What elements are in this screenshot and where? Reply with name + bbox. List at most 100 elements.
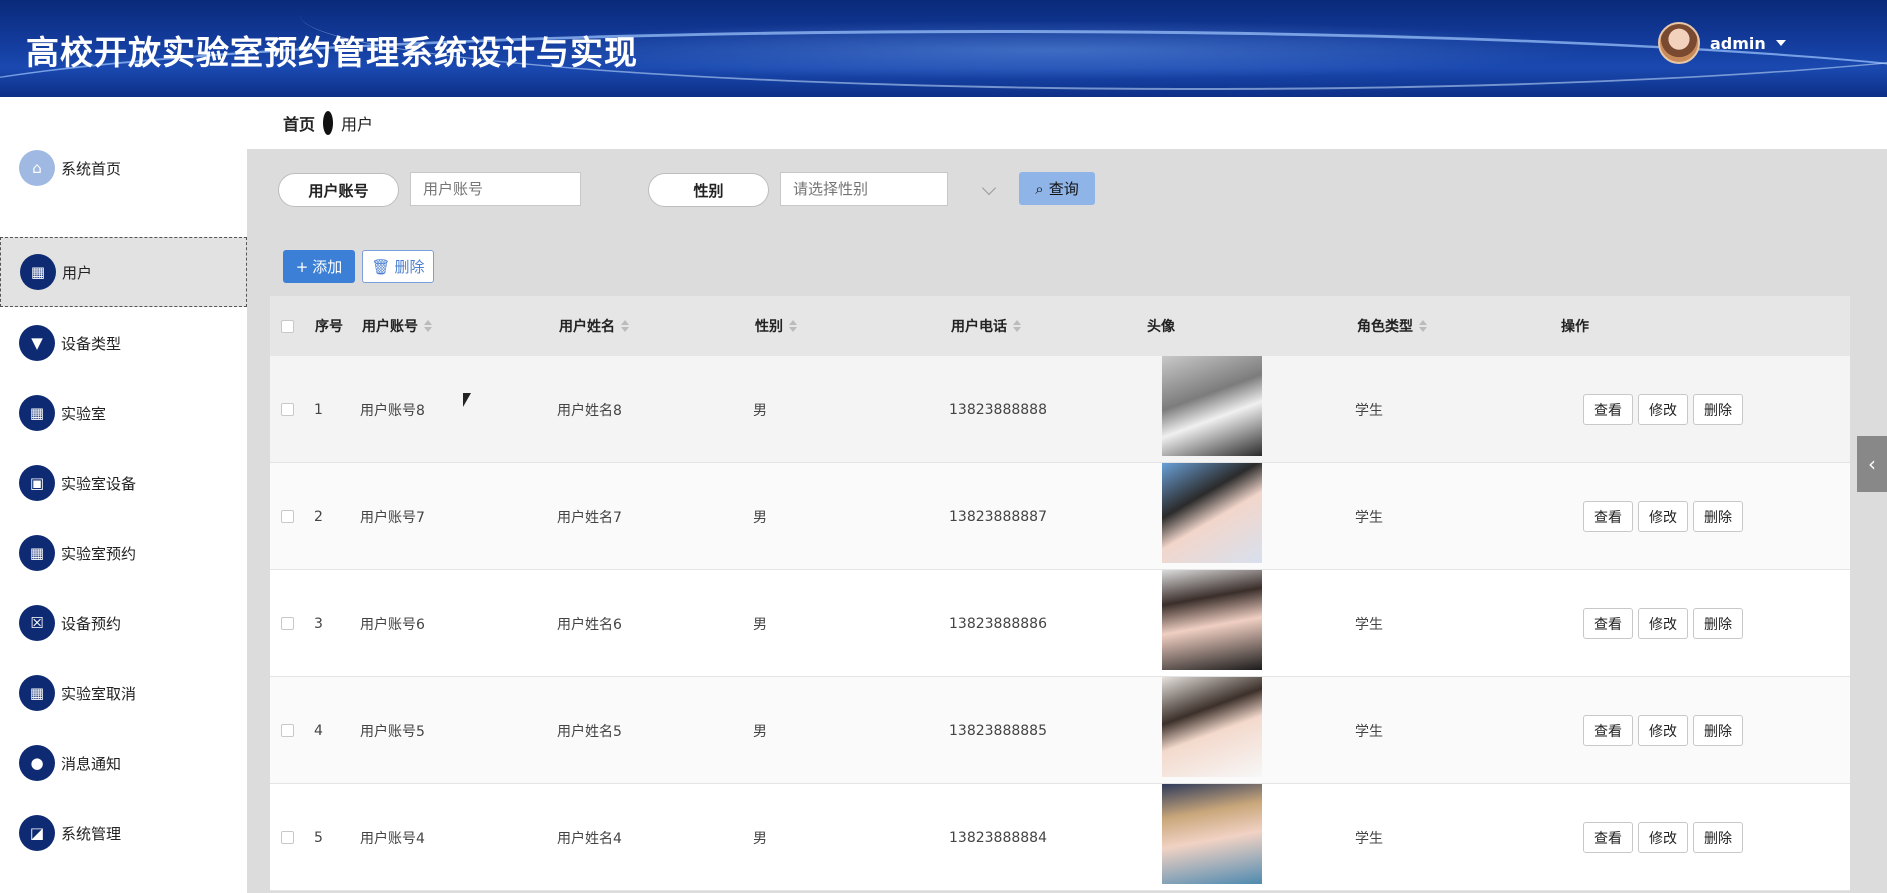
row-gender: 男 [753, 509, 767, 526]
row-name: 用户姓名6 [557, 616, 622, 633]
row-checkbox[interactable] [281, 831, 294, 844]
edit-button[interactable]: 修改 [1638, 715, 1688, 746]
sidebar-item-label: 消息通知 [61, 754, 122, 773]
row-gender: 男 [753, 830, 767, 847]
user-avatar-image [1162, 463, 1262, 563]
row-checkbox[interactable] [281, 403, 294, 416]
user-menu[interactable]: admin [1658, 22, 1786, 64]
row-checkbox[interactable] [281, 724, 294, 737]
table-row: 2 用户账号7 用户姓名7 男 13823888887 学生 查看 修改 删除 [270, 463, 1850, 570]
sidebar-item-lab-device[interactable]: ▣ 实验室设备 [0, 448, 247, 518]
breadcrumb-current: 用户 [341, 115, 374, 134]
top-header: 高校开放实验室预约管理系统设计与实现 admin [0, 0, 1887, 97]
row-role: 学生 [1355, 509, 1383, 526]
grid-icon: ▦ [20, 254, 56, 290]
table-row: 1 用户账号8 用户姓名8 男 13823888888 学生 查看 修改 删除 [270, 356, 1850, 463]
edit-button[interactable]: 修改 [1638, 608, 1688, 639]
row-account: 用户账号5 [360, 723, 425, 740]
sidebar-item-lab-booking[interactable]: ▦ 实验室预约 [0, 518, 247, 588]
user-avatar-image [1162, 570, 1262, 670]
sidebar-item-device-type[interactable]: ▼ 设备类型 [0, 308, 247, 378]
sidebar-item-lab[interactable]: ▦ 实验室 [0, 378, 247, 448]
tag-icon: ▼ [19, 325, 55, 361]
row-checkbox[interactable] [281, 510, 294, 523]
row-phone: 13823888887 [949, 508, 1047, 525]
chart-icon: ◪ [19, 815, 55, 851]
plus-icon: + [295, 257, 309, 276]
sidebar-item-device-booking[interactable]: ☒ 设备预约 [0, 588, 247, 658]
home-icon: ⌂ [19, 150, 55, 186]
row-role: 学生 [1355, 616, 1383, 633]
chevron-down-icon[interactable] [1775, 40, 1786, 46]
delete-button[interactable]: 删除 [1693, 608, 1743, 639]
column-header-avatar: 头像 [1147, 319, 1175, 335]
column-header-phone[interactable]: 用户电话 [951, 296, 1021, 356]
delete-button[interactable]: 删除 [1693, 715, 1743, 746]
edit-button[interactable]: 修改 [1638, 501, 1688, 532]
sidebar-item-notifications[interactable]: ● 消息通知 [0, 728, 247, 798]
mouse-cursor-icon [463, 393, 471, 407]
breadcrumb-home[interactable]: 首页 [283, 111, 315, 135]
sort-icon [1419, 320, 1427, 332]
grid-icon: ▦ [19, 535, 55, 571]
column-header-role[interactable]: 角色类型 [1357, 296, 1427, 356]
delete-button[interactable]: 删除 [1693, 394, 1743, 425]
table-row: 4 用户账号5 用户姓名5 男 13823888885 学生 查看 修改 删除 [270, 677, 1850, 784]
sidebar-item-lab-cancel[interactable]: ▦ 实验室取消 [0, 658, 247, 728]
row-phone: 13823888886 [949, 615, 1047, 632]
delete-button[interactable]: 删除 [1693, 501, 1743, 532]
user-avatar-image [1162, 356, 1262, 456]
edit-button[interactable]: 修改 [1638, 822, 1688, 853]
row-phone: 13823888888 [949, 401, 1047, 418]
edit-button[interactable]: 修改 [1638, 394, 1688, 425]
gender-select[interactable] [780, 172, 948, 206]
briefcase-icon: ▣ [19, 465, 55, 501]
collapse-panel-tab[interactable]: ‹ [1857, 436, 1887, 492]
view-button[interactable]: 查看 [1583, 715, 1633, 746]
search-icon: ⌕ [1035, 179, 1044, 198]
select-all-checkbox[interactable] [281, 320, 294, 333]
row-index: 4 [314, 722, 323, 739]
chevron-down-icon[interactable] [981, 180, 997, 196]
row-phone: 13823888885 [949, 722, 1047, 739]
view-button[interactable]: 查看 [1583, 501, 1633, 532]
column-header-account[interactable]: 用户账号 [362, 296, 432, 356]
username[interactable]: admin [1710, 34, 1766, 53]
column-header-gender[interactable]: 性别 [755, 296, 797, 356]
row-actions: 查看 修改 删除 [1583, 570, 1743, 677]
sidebar-item-users[interactable]: ▦ 用户 [0, 237, 247, 307]
breadcrumb-separator-icon [323, 111, 334, 135]
row-name: 用户姓名5 [557, 723, 622, 740]
row-account: 用户账号6 [360, 616, 425, 633]
view-button[interactable]: 查看 [1583, 822, 1633, 853]
delete-button[interactable]: 删除 [1693, 822, 1743, 853]
row-index: 5 [314, 829, 323, 846]
column-header-index: 序号 [315, 319, 343, 335]
row-index: 3 [314, 615, 323, 632]
sidebar-item-home[interactable]: ⌂ 系统首页 [0, 133, 247, 203]
view-button[interactable]: 查看 [1583, 394, 1633, 425]
sort-icon [1013, 320, 1021, 332]
row-index: 1 [314, 401, 323, 418]
row-name: 用户姓名7 [557, 509, 622, 526]
sidebar-item-label: 实验室 [61, 404, 107, 423]
query-button[interactable]: ⌕ 查询 [1019, 172, 1095, 205]
avatar[interactable] [1658, 22, 1700, 64]
table-header: 序号 用户账号 用户姓名 性别 用户电话 头像 角色类型 操作 [270, 296, 1850, 356]
sidebar-item-system[interactable]: ◪ 系统管理 [0, 798, 247, 868]
row-role: 学生 [1355, 723, 1383, 740]
sidebar-item-label: 设备类型 [61, 334, 122, 353]
grid-icon: ▦ [19, 395, 55, 431]
row-actions: 查看 修改 删除 [1583, 356, 1743, 463]
gender-search-label: 性别 [648, 173, 769, 207]
column-header-name[interactable]: 用户姓名 [559, 296, 629, 356]
add-button[interactable]: + 添加 [283, 250, 355, 283]
batch-delete-button[interactable]: 🗑 删除 [362, 250, 434, 283]
view-button[interactable]: 查看 [1583, 608, 1633, 639]
account-search-input[interactable] [410, 172, 581, 206]
sidebar-item-label: 实验室取消 [61, 684, 137, 703]
sort-icon [789, 320, 797, 332]
row-checkbox[interactable] [281, 617, 294, 630]
row-name: 用户姓名4 [557, 830, 622, 847]
clipboard-icon: ☒ [19, 605, 55, 641]
